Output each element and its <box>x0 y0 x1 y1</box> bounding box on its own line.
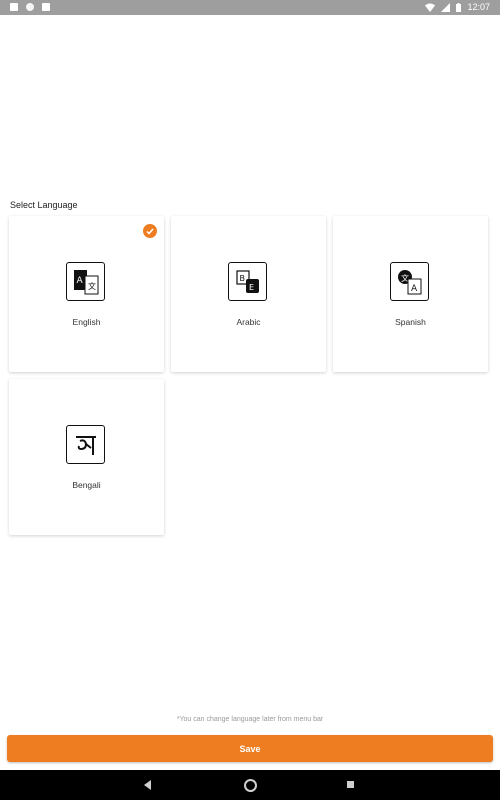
recents-icon[interactable] <box>347 781 354 788</box>
wifi-icon <box>425 3 436 12</box>
sd-card-icon <box>42 3 50 11</box>
status-bar: 12:07 <box>0 0 500 15</box>
translate-icon: B E <box>228 262 267 301</box>
back-icon[interactable] <box>144 780 151 790</box>
selected-check-icon <box>143 224 157 238</box>
svg-text:E: E <box>249 283 254 292</box>
battery-icon <box>456 2 462 12</box>
svg-text:B: B <box>239 274 245 283</box>
language-label: Arabic <box>236 317 261 327</box>
svg-text:A: A <box>411 284 418 294</box>
language-label: Spanish <box>395 317 426 327</box>
save-button[interactable]: Save <box>7 735 493 762</box>
language-card-arabic[interactable]: B E Arabic <box>171 216 326 372</box>
home-icon[interactable] <box>244 779 257 792</box>
svg-text:A: A <box>76 276 83 286</box>
circle-icon <box>26 3 34 11</box>
translate-icon: A 文 <box>66 262 105 301</box>
language-label: Bengali <box>72 480 101 490</box>
status-time: 12:07 <box>467 2 490 12</box>
change-language-note: *You can change language later from menu… <box>176 716 324 723</box>
translate-icon: 文 A <box>390 262 429 301</box>
navigation-bar <box>0 770 500 800</box>
select-language-title: Select Language <box>10 200 78 210</box>
photo-icon <box>10 3 18 11</box>
status-left-icons <box>10 3 50 11</box>
language-card-spanish[interactable]: 文 A Spanish <box>333 216 488 372</box>
language-card-english[interactable]: A 文 English <box>9 216 164 372</box>
svg-text:文: 文 <box>88 281 96 291</box>
status-right-icons: 12:07 <box>425 2 490 12</box>
signal-icon <box>441 2 451 12</box>
language-label: English <box>72 317 101 327</box>
bengali-letter-icon <box>66 425 105 464</box>
language-card-bengali[interactable]: Bengali <box>9 379 164 535</box>
